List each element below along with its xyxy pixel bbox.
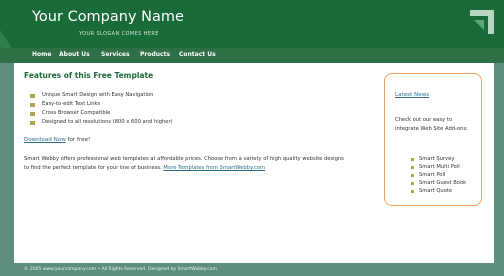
corner-arrow-icon (470, 10, 494, 34)
addon-item: Smart Survey (411, 155, 466, 163)
intro-line-2-text: to find the perfect template for your li… (24, 165, 164, 171)
feature-list: Unique Smart Design with Easy Navigation… (30, 91, 173, 127)
nav-home[interactable]: Home (32, 51, 51, 58)
addon-list: Smart Survey Smart Multi Poll Smart Poll… (411, 155, 466, 195)
download-suffix: for free! (65, 137, 91, 143)
company-name: Your Company Name (32, 9, 184, 25)
content-panel: Features of this Free Template Unique Sm… (14, 63, 494, 263)
latest-news-text: Check out our easy to integrate Web Site… (395, 117, 468, 132)
more-templates-link[interactable]: More Templates from SmartWebby.com (163, 165, 265, 171)
nav-products[interactable]: Products (140, 51, 170, 58)
page-title: Features of this Free Template (24, 71, 154, 80)
feature-item: Designed to all resolutions (800 x 600 a… (30, 118, 173, 127)
intro-line-2: to find the perfect template for your li… (24, 164, 344, 173)
download-line: Download Now for free! (24, 137, 90, 143)
corner-decoration-icon (0, 30, 12, 48)
latest-news-box: Latest News Check out our easy to integr… (384, 73, 482, 206)
addon-item: Smart Guest Book (411, 179, 466, 187)
header: Your Company Name YOUR SLOGAN COMES HERE (0, 0, 504, 48)
nav-contact-us[interactable]: Contact Us (179, 51, 216, 58)
addon-item: Smart Multi Poll (411, 163, 466, 171)
nav-about-us[interactable]: About Us (59, 51, 90, 58)
intro-line-1: Smart Webby offers professional web temp… (24, 156, 344, 162)
download-now-link[interactable]: Download Now (24, 137, 66, 143)
intro-paragraph: Smart Webby offers professional web temp… (24, 155, 344, 173)
feature-item: Cross Browser Compatible (30, 109, 173, 118)
addon-item: Smart Quote (411, 187, 466, 195)
feature-item: Easy-to-edit Text Links (30, 100, 173, 109)
latest-news-title[interactable]: Latest News (395, 92, 429, 98)
slogan: YOUR SLOGAN COMES HERE (79, 31, 159, 37)
nav-services[interactable]: Services (101, 51, 130, 58)
feature-item: Unique Smart Design with Easy Navigation (30, 91, 173, 100)
addon-item: Smart Poll (411, 171, 466, 179)
footer-copyright: © 2005 www.yourcompany.com • All Rights … (24, 267, 217, 272)
navbar: Home About Us Services Products Contact … (0, 48, 504, 63)
